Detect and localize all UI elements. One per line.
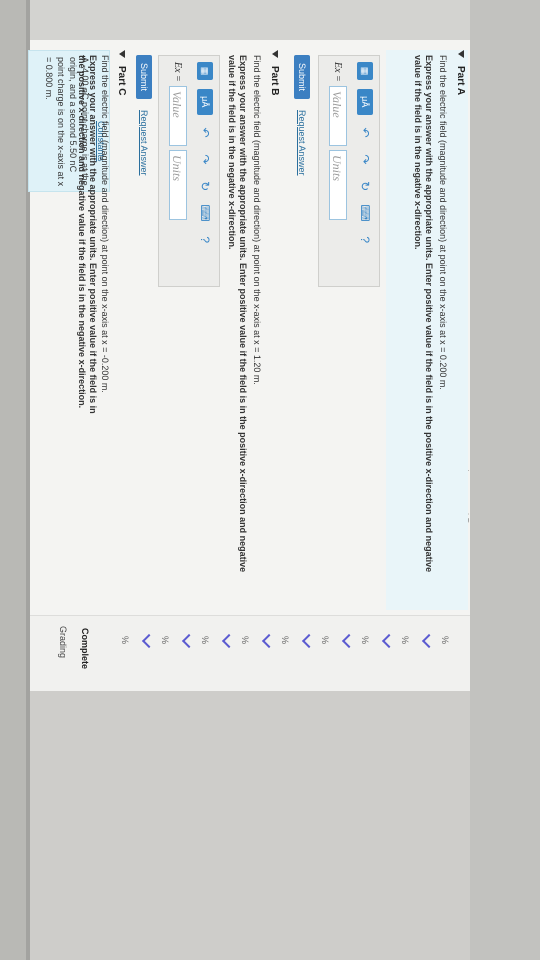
question-area: Part A Find the electric field (magnitud… <box>110 50 470 610</box>
help-icon[interactable]: ? <box>197 231 213 249</box>
collapse-icon <box>118 50 125 58</box>
monitor-top-area <box>30 0 540 40</box>
grading-row: % <box>240 636 250 645</box>
part-b-question: Find the electric field (magnitude and d… <box>252 55 262 385</box>
grading-title: Grading <box>58 626 68 659</box>
ex-label: Ex = <box>332 62 343 82</box>
templates-icon[interactable]: ▦ <box>357 62 373 80</box>
check-icon <box>421 633 437 649</box>
units-input[interactable]: Units <box>169 150 187 220</box>
part-c-question: Find the electric field (magnitude and d… <box>100 55 110 393</box>
part-a-header[interactable]: Part A <box>452 50 466 95</box>
part-a-instructions: Express your answer with the appropriate… <box>413 55 434 573</box>
grading-row: % <box>320 636 330 645</box>
grading-panel: Grading Complete % % % % % % % % % <box>30 615 470 691</box>
complete-label: Complete <box>80 628 90 670</box>
units-icon[interactable]: μÅ <box>197 88 213 115</box>
redo-icon[interactable]: ↷ <box>197 150 213 168</box>
ex-label: Ex = <box>172 62 183 82</box>
units-input[interactable]: Units <box>329 150 347 220</box>
part-a-question: Find the electric field (magnitude and d… <box>438 55 448 390</box>
grading-row: % <box>360 636 370 645</box>
redo-icon[interactable]: ↷ <box>357 150 373 168</box>
check-icon <box>221 633 237 649</box>
check-icon <box>261 633 277 649</box>
value-input[interactable]: Value <box>169 86 187 146</box>
grading-row: % <box>280 636 290 645</box>
keyboard-icon[interactable]: ⌨ <box>197 204 213 222</box>
math-toolbar: ▦ μÅ ↶ ↷ ↻ ⌨ ? <box>355 62 373 255</box>
submit-button[interactable]: Submit <box>136 55 152 100</box>
collapse-icon <box>457 50 464 58</box>
grading-row: % <box>120 636 130 645</box>
units-icon[interactable]: μÅ <box>357 88 373 115</box>
help-icon[interactable]: ? <box>357 231 373 249</box>
monitor-bottom-area <box>30 690 470 960</box>
grading-row: % <box>400 636 410 645</box>
submit-button[interactable]: Submit <box>294 55 310 100</box>
request-answer-link[interactable]: Request Answer <box>136 110 152 176</box>
math-toolbar: ▦ μÅ ↶ ↷ ↻ ⌨ ? <box>195 62 213 255</box>
check-icon <box>141 633 157 649</box>
part-b-header[interactable]: Part B <box>266 50 280 95</box>
part-c-instructions: Express your answer with the appropriate… <box>77 55 98 414</box>
reset-icon[interactable]: ↻ <box>197 177 213 195</box>
monitor-right-area <box>470 0 540 960</box>
rotated-page: sh d R Constants A -4.00 nC point charge… <box>28 40 470 691</box>
check-icon <box>381 633 397 649</box>
grading-row: % <box>160 636 170 645</box>
check-icon <box>301 633 317 649</box>
check-icon <box>341 633 357 649</box>
reset-icon[interactable]: ↻ <box>357 177 373 195</box>
undo-icon[interactable]: ↶ <box>357 124 373 142</box>
part-b-answer-box: ▦ μÅ ↶ ↷ ↻ ⌨ ? Ex = Value Units <box>158 55 220 287</box>
value-input[interactable]: Value <box>329 86 347 146</box>
undo-icon[interactable]: ↶ <box>197 124 213 142</box>
request-answer-link[interactable]: Request Answer <box>294 110 310 176</box>
collapse-icon <box>271 50 278 58</box>
grading-row: % <box>200 636 210 645</box>
keyboard-icon[interactable]: ⌨ <box>357 204 373 222</box>
part-a-answer-box: ▦ μÅ ↶ ↷ ↻ ⌨ ? Ex = Value Units <box>318 55 380 287</box>
templates-icon[interactable]: ▦ <box>197 62 213 80</box>
part-b-instructions: Express your answer with the appropriate… <box>227 55 248 573</box>
part-c-header[interactable]: Part C <box>113 50 127 95</box>
check-icon <box>181 633 197 649</box>
grading-row: % <box>440 636 450 645</box>
